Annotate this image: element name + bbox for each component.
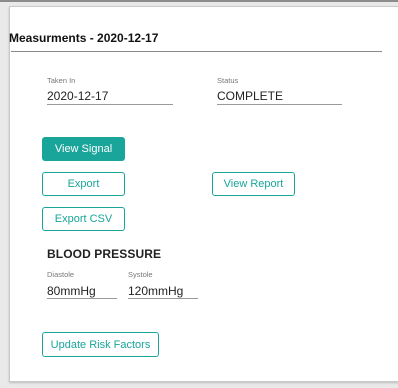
export-button[interactable]: Export (42, 172, 125, 196)
blood-pressure-heading: BLOOD PRESSURE (47, 247, 162, 261)
taken-in-underline (47, 104, 173, 105)
status-underline (217, 104, 342, 105)
taken-in-label: Taken In (47, 76, 76, 85)
systole-value: 120mmHg (128, 284, 184, 298)
taken-in-value: 2020-12-17 (47, 89, 109, 103)
view-report-button[interactable]: View Report (212, 172, 295, 196)
diastole-label: Diastole (47, 270, 75, 279)
card-title: Measurments - 2020-12-17 (9, 31, 159, 45)
window-top-rule (0, 0, 398, 2)
export-csv-button[interactable]: Export CSV (42, 207, 125, 231)
diastole-value: 80mmHg (47, 284, 96, 298)
status-value: COMPLETE (217, 89, 284, 103)
update-risk-factors-button[interactable]: Update Risk Factors (42, 332, 159, 357)
status-label: Status (217, 76, 239, 85)
view-signal-button[interactable]: View Signal (42, 137, 125, 161)
systole-label: Systole (128, 270, 153, 279)
systole-underline (128, 298, 198, 299)
diastole-underline (47, 298, 117, 299)
card-title-divider (11, 51, 382, 52)
